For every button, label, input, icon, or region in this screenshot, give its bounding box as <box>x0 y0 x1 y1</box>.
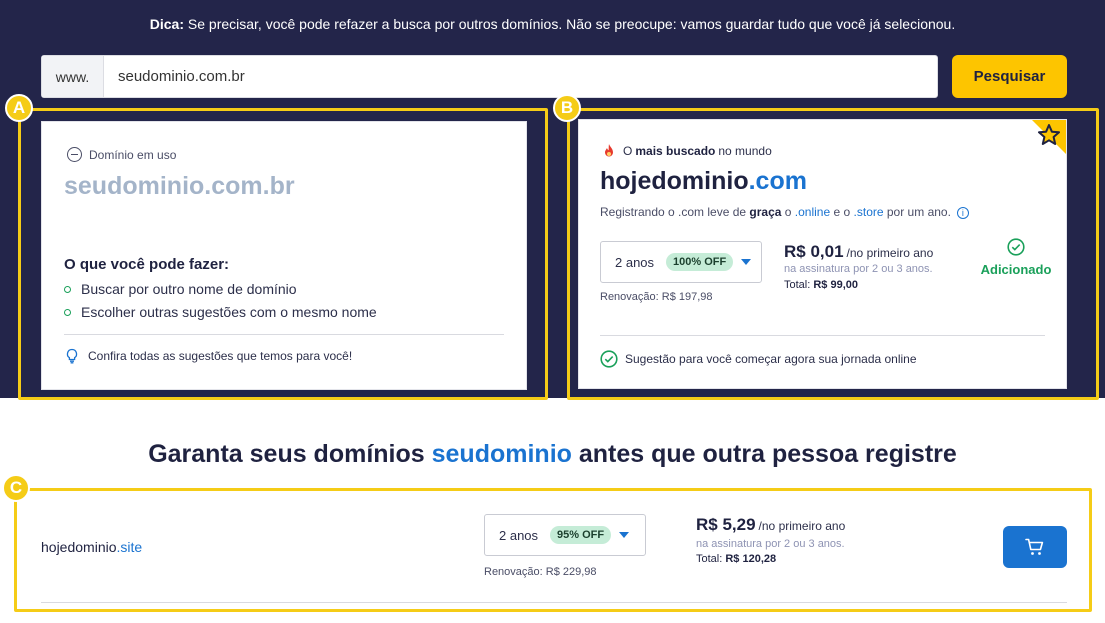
total-value: R$ 120,28 <box>725 553 777 565</box>
highlight-frame-a <box>18 108 548 400</box>
tip-message: Se precisar, você pode refazer a busca p… <box>184 16 956 32</box>
domain-suggestion-row: hojedominio.site 2 anos 95% OFF Renovaçã… <box>41 495 1067 603</box>
first-year-price: R$ 5,29/no primeiro ano <box>696 515 845 535</box>
cart-icon <box>1025 538 1044 555</box>
section-headline: Garanta seus domínios seudominio antes q… <box>0 440 1105 469</box>
badge-a: A <box>5 94 33 122</box>
domain-search-input[interactable] <box>104 56 937 97</box>
highlight-frame-b <box>567 108 1099 400</box>
subscription-note: na assinatura por 2 ou 3 anos. <box>696 538 845 550</box>
domain-name: hojedominio <box>41 539 117 555</box>
chevron-down-icon <box>619 532 630 538</box>
price-value: R$ 5,29 <box>696 515 756 534</box>
total-price: Total: R$ 120,28 <box>696 553 776 565</box>
renewal-price: Renovação: R$ 229,98 <box>484 566 597 578</box>
add-to-cart-button[interactable] <box>1003 526 1067 568</box>
tip-text: Dica: Se precisar, você pode refazer a b… <box>0 16 1105 32</box>
headline-highlight: seudominio <box>431 440 572 468</box>
search-bar: www. <box>41 55 938 98</box>
domain-tld: .site <box>116 539 143 555</box>
period-value: 2 anos <box>499 527 539 543</box>
suggested-domain: hojedominio.site <box>41 539 142 555</box>
headline-post: antes que outra pessoa registre <box>571 440 957 468</box>
period-select[interactable]: 2 anos 95% OFF <box>484 514 646 556</box>
www-prefix: www. <box>42 56 104 97</box>
price-suffix: /no primeiro ano <box>758 519 846 533</box>
badge-b: B <box>553 94 581 122</box>
tip-label: Dica: <box>149 16 184 32</box>
badge-c: C <box>2 474 30 502</box>
total-label: Total: <box>696 553 726 565</box>
discount-badge: 95% OFF <box>550 526 612 544</box>
search-button[interactable]: Pesquisar <box>952 55 1067 98</box>
headline-pre: Garanta seus domínios <box>148 440 432 468</box>
